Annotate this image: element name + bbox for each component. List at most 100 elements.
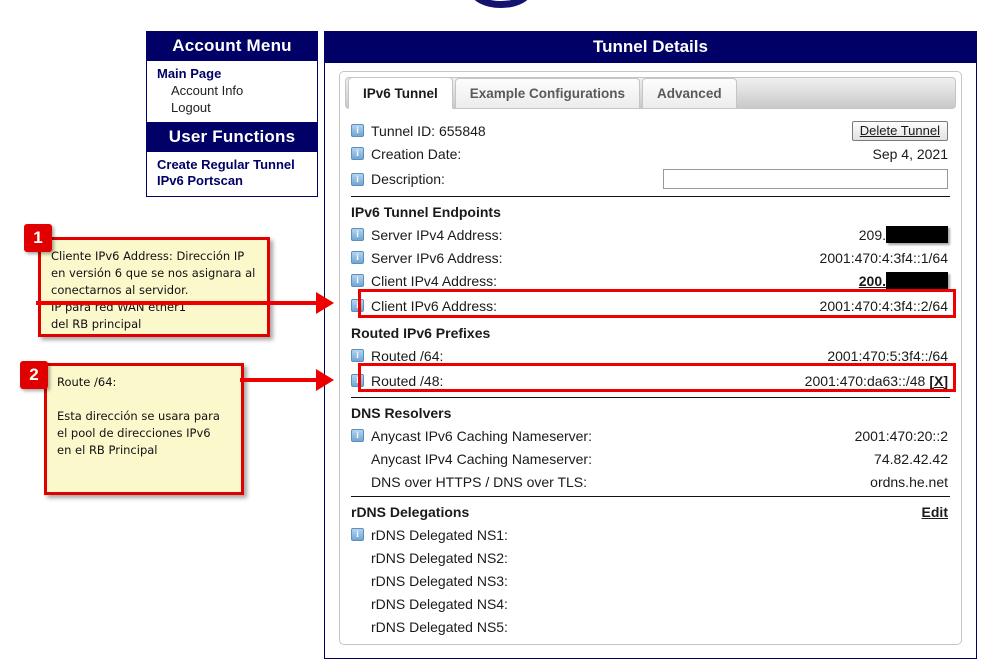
sidebar-item-account-info[interactable]: Account Info (147, 82, 317, 99)
server-ipv6-label: Server IPv6 Address: (371, 250, 503, 266)
spacer-icon (351, 452, 364, 465)
table-row: i Server IPv4 Address: 209. (351, 223, 950, 246)
table-row: DNS over HTTPS / DNS over TLS: ordns.he.… (351, 470, 950, 493)
user-functions-title: User Functions (147, 123, 317, 152)
section-rdns-title: rDNS Delegations Edit (351, 498, 950, 523)
rdns-ns4-label: rDNS Delegated NS4: (371, 596, 508, 612)
tab-container: IPv6 Tunnel Example Configurations Advan… (339, 71, 962, 645)
annotation-arrow-head-2 (316, 369, 334, 391)
tab-example-configurations[interactable]: Example Configurations (455, 78, 640, 108)
table-row: i Client IPv4 Address: 200. (351, 269, 950, 292)
annotation-badge-2: 2 (20, 361, 48, 389)
routed-64-label: Routed /64: (371, 348, 443, 364)
table-row: i Server IPv6 Address: 2001:470:4:3f4::1… (351, 246, 950, 269)
table-row: i Client IPv6 Address: 2001:470:4:3f4::2… (351, 292, 950, 319)
rdns-edit-link[interactable]: Edit (922, 504, 950, 520)
description-label: Description: (371, 171, 445, 187)
table-row: i Tunnel ID: 655848 Delete Tunnel (351, 119, 950, 142)
account-menu-title: Account Menu (147, 32, 317, 61)
doh-dot-label: DNS over HTTPS / DNS over TLS: (371, 474, 587, 490)
info-icon: i (351, 251, 364, 264)
description-input[interactable] (663, 169, 948, 189)
info-icon: i (351, 147, 364, 160)
routed-48-value: 2001:470:da63::/48 (805, 373, 926, 389)
redaction-bar (886, 272, 948, 289)
annotation-callout-2-text: Route /64: Esta dirección se usara para … (57, 375, 224, 457)
table-row: Anycast IPv4 Caching Nameserver: 74.82.4… (351, 447, 950, 470)
creation-date-label: Creation Date: (371, 146, 461, 162)
page-root: Account Menu Main Page Account Info Logo… (0, 0, 981, 666)
page-title: Tunnel Details (325, 32, 976, 63)
info-icon: i (351, 429, 364, 442)
divider (351, 496, 950, 497)
sidebar-item-create-regular-tunnel[interactable]: Create Regular Tunnel (147, 157, 317, 173)
annotation-arrow-line-2 (240, 378, 318, 382)
sidebar-item-main-page[interactable]: Main Page (147, 66, 317, 82)
account-menu-panel: Account Menu Main Page Account Info Logo… (146, 31, 318, 124)
spacer-icon (351, 620, 364, 633)
section-dns-title: DNS Resolvers (351, 399, 950, 424)
rdns-ns2-label: rDNS Delegated NS2: (371, 550, 508, 566)
info-icon: i (351, 349, 364, 362)
info-icon: i (351, 228, 364, 241)
divider (351, 397, 950, 398)
table-row: i Routed /64: 2001:470:5:3f4::/64 (351, 344, 950, 367)
info-icon: i (351, 274, 364, 287)
anycast-ipv6-value: 2001:470:20::2 (855, 428, 950, 444)
account-menu-items: Main Page Account Info Logout (147, 61, 317, 123)
delete-tunnel-button[interactable]: Delete Tunnel (852, 121, 948, 141)
spacer-icon (351, 551, 364, 564)
tab-advanced[interactable]: Advanced (642, 78, 737, 108)
annotation-arrow-line-1 (36, 301, 318, 305)
section-rdns-label: rDNS Delegations (351, 504, 469, 520)
rdns-ns5-label: rDNS Delegated NS5: (371, 619, 508, 635)
table-row: i Anycast IPv6 Caching Nameserver: 2001:… (351, 424, 950, 447)
annotation-arrow-head-1 (316, 292, 334, 314)
spacer-icon (351, 475, 364, 488)
info-icon: i (351, 528, 364, 541)
annotation-badge-1: 1 (24, 224, 52, 252)
client-ipv6-label: Client IPv6 Address: (371, 298, 497, 314)
divider (351, 196, 950, 197)
client-ipv6-value: 2001:470:4:3f4::2/64 (820, 298, 950, 314)
tab-strip: IPv6 Tunnel Example Configurations Advan… (345, 77, 956, 109)
server-ipv4-label: Server IPv4 Address: (371, 227, 503, 243)
info-icon: i (351, 173, 364, 186)
spacer-icon (351, 597, 364, 610)
sidebar-item-logout[interactable]: Logout (147, 99, 317, 116)
he-net-logo-partial-icon (470, 0, 532, 8)
tab-advanced-label: Advanced (657, 86, 722, 101)
redaction-bar (886, 226, 948, 243)
annotation-callout-2: Route /64: Esta dirección se usara para … (44, 363, 244, 495)
annotation-callout-1: Cliente IPv6 Address: Dirección IP en ve… (38, 237, 270, 337)
anycast-ipv6-label: Anycast IPv6 Caching Nameserver: (371, 428, 592, 444)
server-ipv6-value: 2001:470:4:3f4::1/64 (820, 250, 950, 266)
table-row: i Description: (351, 165, 950, 193)
routed-48-remove-link[interactable]: [X] (929, 373, 948, 389)
routed-64-value: 2001:470:5:3f4::/64 (827, 348, 950, 364)
tunnel-id-label: Tunnel ID: 655848 (371, 123, 486, 139)
rdns-ns3-label: rDNS Delegated NS3: (371, 573, 508, 589)
tunnel-detail-list: i Tunnel ID: 655848 Delete Tunnel i Crea… (345, 109, 956, 638)
tunnel-details-panel: Tunnel Details IPv6 Tunnel Example Confi… (324, 31, 977, 659)
routed-48-label: Routed /48: (371, 373, 443, 389)
user-functions-items: Create Regular Tunnel IPv6 Portscan (147, 152, 317, 196)
anycast-ipv4-label: Anycast IPv4 Caching Nameserver: (371, 451, 592, 467)
section-routed-title: Routed IPv6 Prefixes (351, 319, 950, 344)
section-endpoints-title: IPv6 Tunnel Endpoints (351, 198, 950, 223)
spacer-icon (351, 574, 364, 587)
table-row: rDNS Delegated NS2: (351, 546, 950, 569)
user-functions-panel: User Functions Create Regular Tunnel IPv… (146, 122, 318, 197)
table-row: rDNS Delegated NS4: (351, 592, 950, 615)
table-row: i rDNS Delegated NS1: (351, 523, 950, 546)
anycast-ipv4-value: 74.82.42.42 (874, 451, 950, 467)
info-icon: i (351, 299, 364, 312)
info-icon: i (351, 374, 364, 387)
client-ipv4-label: Client IPv4 Address: (371, 273, 497, 289)
info-icon: i (351, 124, 364, 137)
rdns-ns1-label: rDNS Delegated NS1: (371, 527, 508, 543)
sidebar-item-ipv6-portscan[interactable]: IPv6 Portscan (147, 173, 317, 189)
table-row: rDNS Delegated NS3: (351, 569, 950, 592)
tab-ipv6-tunnel[interactable]: IPv6 Tunnel (348, 77, 453, 109)
tab-ipv6-tunnel-label: IPv6 Tunnel (363, 86, 438, 101)
